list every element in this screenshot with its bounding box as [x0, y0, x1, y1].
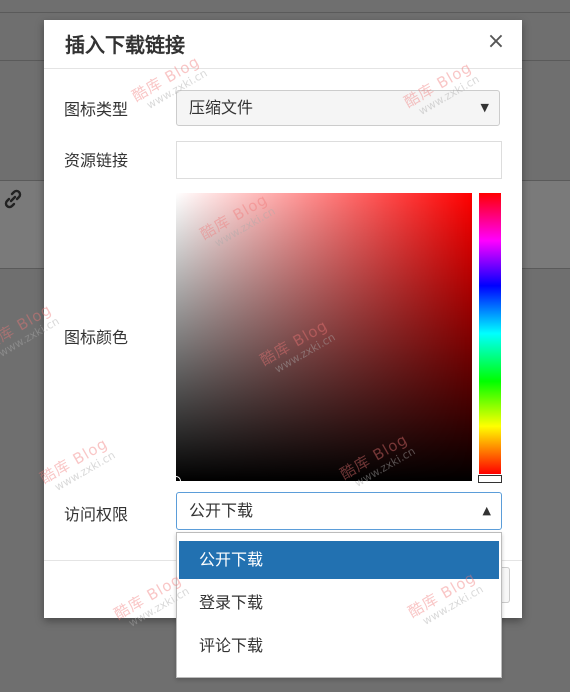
color-picker-cursor[interactable]: [171, 476, 181, 486]
close-icon: ×: [486, 29, 506, 54]
icon-type-value: 压缩文件: [189, 98, 254, 117]
dropdown-option-comment[interactable]: 评论下载: [179, 627, 499, 665]
background-divider: [0, 12, 570, 13]
dropdown-option-login[interactable]: 登录下载: [179, 584, 499, 622]
link-icon: [0, 188, 26, 214]
hue-slider-handle[interactable]: [478, 475, 502, 483]
resource-link-input[interactable]: [176, 141, 502, 179]
insert-button[interactable]: [502, 567, 510, 603]
chevron-up-icon: ▲: [482, 504, 491, 517]
color-saturation-value-picker[interactable]: [171, 193, 472, 486]
access-dropdown-list: 公开下载 登录下载 评论下载: [176, 532, 502, 678]
chevron-down-icon: ▼: [480, 101, 489, 114]
dialog-header: 插入下载链接 ×: [44, 20, 522, 69]
icon-type-label: 图标类型: [64, 100, 129, 119]
dialog-title: 插入下载链接: [65, 33, 185, 57]
icon-type-select[interactable]: 压缩文件 ▼: [176, 90, 500, 126]
access-select[interactable]: 公开下载 ▲: [176, 492, 502, 530]
hue-slider[interactable]: [479, 193, 501, 474]
access-value: 公开下载: [189, 501, 254, 520]
resource-link-label: 资源链接: [64, 151, 129, 170]
icon-color-label: 图标颜色: [64, 328, 129, 347]
dropdown-option-public[interactable]: 公开下载: [179, 541, 499, 579]
close-button[interactable]: ×: [484, 30, 508, 54]
access-label: 访问权限: [64, 505, 129, 524]
insert-download-link-dialog: 插入下载链接 × 图标类型 压缩文件 ▼ 资源链接 图标颜色 访问权限 公开下载…: [44, 20, 522, 618]
